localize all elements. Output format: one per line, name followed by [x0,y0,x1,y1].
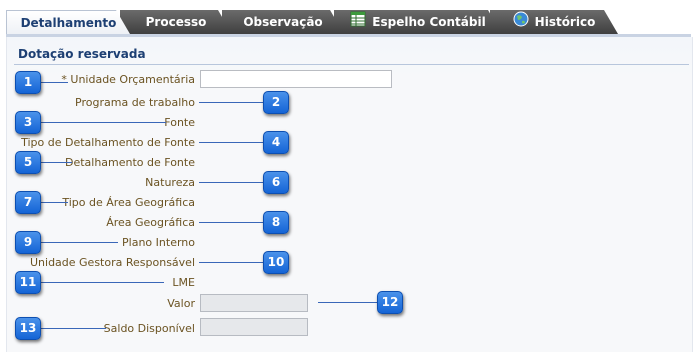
tab-detalhamento[interactable]: Detalhamento [6,10,130,34]
callout-badge-1: 1 [15,71,41,94]
tab-label: Processo [145,15,207,29]
connector-line [38,122,166,123]
label-tipo-area-geografica: Tipo de Área Geográfica [62,196,195,209]
label-lme: LME [172,276,195,289]
callout-badge-8: 8 [263,211,289,234]
callout-badge-11: 11 [15,271,41,294]
label-programa-de-trabalho: Programa de trabalho [75,96,195,109]
label-plano-interno: Plano Interno [122,236,195,249]
callout-badge-7: 7 [15,191,41,214]
callout-badge-4: 4 [263,131,289,154]
label-unidade-orcamentaria: * Unidade Orçamentária [61,73,195,86]
label-detalhamento-fonte: Detalhamento de Fonte [64,156,195,169]
section-divider [14,64,689,65]
label-fonte: Fonte [164,116,195,129]
globe-icon [513,11,529,35]
connector-line [38,282,164,283]
saldo-disponivel-input [200,318,308,336]
connector-line [199,142,263,143]
tab-espelho-contabil[interactable]: Espelho Contábil [334,10,502,34]
callout-badge-6: 6 [263,171,289,194]
connector-line [199,222,263,223]
label-area-geografica: Área Geográfica [106,216,195,229]
tab-historico[interactable]: Histórico [490,10,618,34]
valor-input [200,294,308,312]
callout-badge-2: 2 [263,91,289,114]
tab-observacao[interactable]: Observação [222,10,344,34]
connector-line [38,202,68,203]
label-tipo-detalhamento-fonte: Tipo de Detalhamento de Fonte [21,136,195,149]
label-unidade-gestora-responsavel: Unidade Gestora Responsável [29,256,195,269]
callout-badge-10: 10 [263,251,289,274]
callout-badge-12: 12 [377,291,403,314]
callout-badge-3: 3 [15,111,41,134]
label-valor: Valor [167,297,195,310]
tab-label: Detalhamento [20,16,117,30]
spreadsheet-icon [350,11,366,35]
connector-line [199,262,263,263]
tab-label: Observação [243,15,323,29]
label-saldo-disponivel: Saldo Disponível [103,322,195,335]
callout-badge-13: 13 [15,317,41,340]
tab-label: Espelho Contábil [372,15,486,29]
section-title: Dotação reservada [18,47,146,61]
connector-line [38,242,118,243]
tab-processo[interactable]: Processo [120,10,232,34]
connector-line [199,182,263,183]
unidade-orcamentaria-input[interactable] [200,70,392,88]
tab-strip: Detalhamento Processo Observação Espelho… [6,10,691,34]
connector-line [318,302,377,303]
connector-line [38,328,106,329]
detail-form: Detalhamento Processo Observação Espelho… [0,0,700,358]
connector-line [38,82,68,83]
connector-line [38,162,72,163]
callout-badge-5: 5 [15,151,41,174]
label-natureza: Natureza [145,176,195,189]
callout-badge-9: 9 [15,231,41,254]
connector-line [199,102,263,103]
tab-label: Histórico [534,15,596,29]
